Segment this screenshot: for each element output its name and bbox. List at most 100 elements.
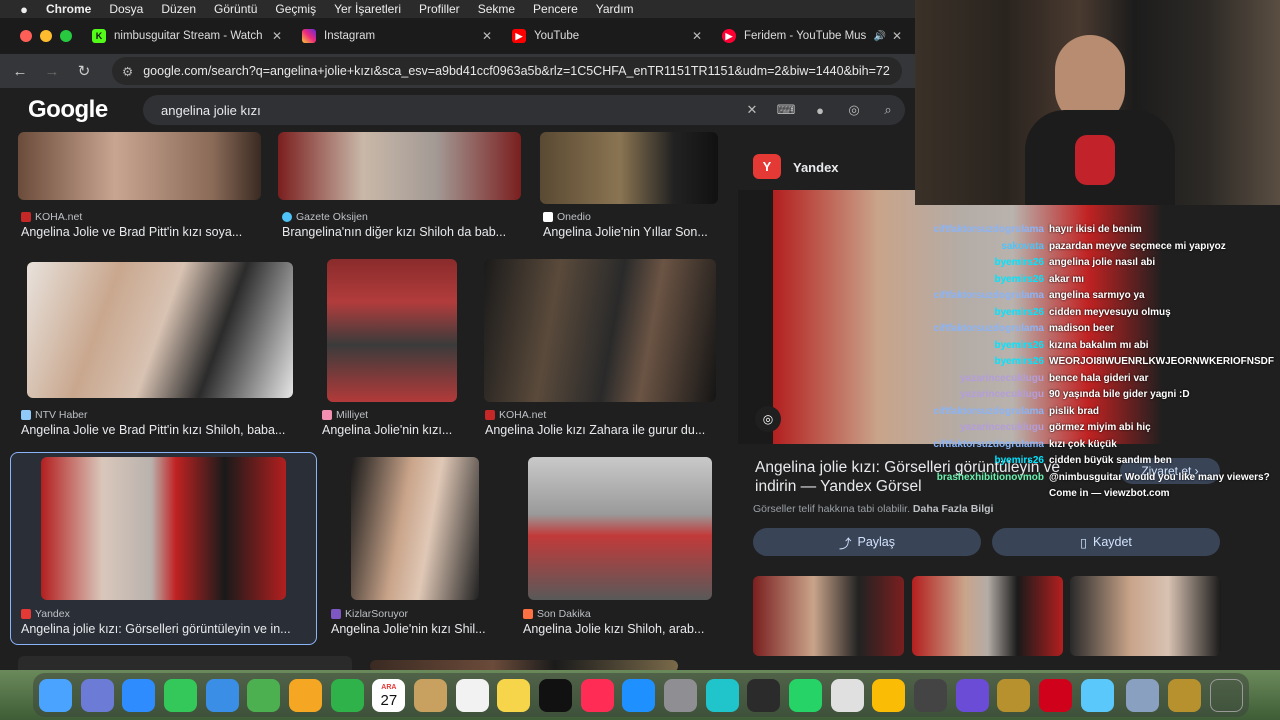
clear-icon[interactable]: ✕ (735, 102, 769, 118)
result-image[interactable] (27, 262, 293, 398)
imovie-icon[interactable] (955, 678, 989, 712)
result-caption[interactable]: Angelina Jolie'nin kızı Shil... (331, 622, 496, 636)
chrome-icon[interactable] (872, 678, 906, 712)
calculator-icon[interactable] (914, 678, 948, 712)
close-icon[interactable]: ✕ (692, 29, 702, 43)
reload-icon[interactable]: ↻ (68, 62, 100, 80)
result-image[interactable] (528, 457, 712, 600)
result-image[interactable] (540, 132, 718, 204)
menu-item-profiles[interactable]: Profiller (419, 2, 460, 16)
zoom-window-button[interactable] (60, 30, 72, 42)
quicktime-icon[interactable] (1080, 678, 1114, 712)
chat-message: ciftfaktorsuzdogrulama madison beer (928, 321, 1280, 338)
lens-icon[interactable]: ◎ (755, 406, 781, 432)
reminders-icon[interactable] (455, 678, 489, 712)
result-image[interactable] (41, 457, 286, 600)
menu-item-tab[interactable]: Sekme (478, 2, 515, 16)
address-bar[interactable]: ⚙ google.com/search?q=angelina+jolie+kız… (112, 57, 902, 85)
music-icon[interactable] (580, 678, 614, 712)
finder-icon[interactable] (39, 678, 72, 712)
menu-item-window[interactable]: Pencere (533, 2, 578, 16)
trash-icon[interactable] (1209, 678, 1243, 712)
stickies-icon[interactable] (497, 678, 531, 712)
preview-icon[interactable] (1126, 678, 1160, 712)
keyboard-icon[interactable]: ⌨ (769, 102, 803, 118)
chat-text: akar mı (1049, 273, 1085, 285)
safari-icon[interactable] (122, 678, 156, 712)
menu-item-bookmarks[interactable]: Yer İşaretleri (334, 2, 401, 16)
menu-item-help[interactable]: Yardım (596, 2, 634, 16)
result-image[interactable] (18, 132, 261, 200)
minimize-window-button[interactable] (40, 30, 52, 42)
microphone-icon[interactable]: ● (803, 103, 837, 118)
notes-icon[interactable] (414, 678, 448, 712)
whatsapp-icon[interactable] (789, 678, 823, 712)
menu-item-file[interactable]: Dosya (109, 2, 143, 16)
calendar-icon[interactable]: ARA 27 (372, 678, 406, 712)
result-caption[interactable]: Angelina Jolie kızı Shiloh, arab... (523, 622, 718, 636)
speaker-icon[interactable]: 🔊 (873, 31, 885, 42)
tab-youtube[interactable]: ▶ YouTube ✕ (502, 18, 712, 54)
forward-arrow-icon[interactable]: → (36, 63, 68, 80)
close-icon[interactable]: ✕ (272, 29, 282, 43)
search-box[interactable]: angelina jolie kızı ✕ ⌨ ● ◎ ⌕ (143, 95, 905, 125)
menu-item-view[interactable]: Görüntü (214, 2, 257, 16)
result-caption[interactable]: Brangelina'nın diğer kızı Shiloh da bab.… (282, 225, 522, 239)
photos-icon[interactable] (289, 678, 323, 712)
chat-text: cidden meyvesuyu olmuş (1049, 306, 1171, 318)
related-image[interactable] (753, 576, 904, 656)
google-logo[interactable]: Google (28, 96, 138, 124)
menu-item-edit[interactable]: Düzen (161, 2, 196, 16)
launchpad-icon[interactable] (80, 678, 114, 712)
result-caption[interactable]: Angelina Jolie'nin kızı... (322, 423, 462, 437)
tab-youtube-music[interactable]: ▶ Feridem - YouTube Music 🔊 ✕ (712, 18, 912, 54)
close-window-button[interactable] (20, 30, 32, 42)
riot-client-icon[interactable] (1039, 678, 1073, 712)
menu-app-name[interactable]: Chrome (46, 2, 91, 16)
related-image[interactable] (1070, 576, 1221, 656)
chat-username: sakovata (1001, 240, 1044, 252)
league-client-icon[interactable] (1168, 678, 1202, 712)
back-arrow-icon[interactable]: ← (4, 63, 36, 80)
chat-message: brashexhibitionovmob @nimbusguitar Would … (928, 470, 1280, 487)
facetime-icon[interactable] (330, 678, 364, 712)
yandex-icon: Y (753, 154, 781, 179)
apple-icon[interactable]: ● (18, 2, 30, 17)
menu-item-history[interactable]: Geçmiş (275, 2, 316, 16)
result-caption[interactable]: Angelina jolie kızı: Görselleri görüntül… (21, 622, 303, 636)
share-button[interactable]: ⤴ Paylaş (753, 528, 981, 556)
result-caption[interactable]: Angelina Jolie'nin Yıllar Son... (543, 225, 718, 239)
league-icon[interactable] (997, 678, 1031, 712)
app-store-icon[interactable] (622, 678, 656, 712)
search-input[interactable]: angelina jolie kızı (161, 103, 735, 118)
lens-icon[interactable]: ◎ (837, 102, 871, 118)
messages-icon[interactable] (164, 678, 198, 712)
steam-icon[interactable] (830, 678, 864, 712)
close-icon[interactable]: ✕ (482, 29, 492, 43)
close-icon[interactable]: ✕ (892, 29, 902, 43)
search-icon[interactable]: ⌕ (871, 102, 905, 118)
tab-kick[interactable]: K nimbusguitar Stream - Watch ✕ (82, 18, 292, 54)
more-info-link[interactable]: Daha Fazla Bilgi (913, 503, 994, 515)
maps-icon[interactable] (247, 678, 281, 712)
result-image[interactable] (484, 259, 716, 402)
result-image[interactable] (351, 457, 479, 600)
panel-source[interactable]: Yandex (793, 160, 839, 175)
result-caption[interactable]: Angelina Jolie ve Brad Pitt'in kızı Shil… (21, 423, 301, 437)
youtube-music-icon: ▶ (722, 29, 736, 43)
youtube-icon: ▶ (512, 29, 526, 43)
chat-username: ciftfaktorsuzdogrulama (933, 224, 1044, 235)
canva-icon[interactable] (705, 678, 739, 712)
result-caption[interactable]: Angelina Jolie ve Brad Pitt'in kızı soya… (21, 225, 261, 239)
mail-icon[interactable] (205, 678, 239, 712)
related-image[interactable] (912, 576, 1063, 656)
obs-icon[interactable] (747, 678, 781, 712)
result-image[interactable] (327, 259, 457, 402)
system-settings-icon[interactable] (664, 678, 698, 712)
result-caption[interactable]: Angelina Jolie kızı Zahara ile gurur du.… (485, 423, 717, 437)
tab-instagram[interactable]: Instagram ✕ (292, 18, 502, 54)
save-button[interactable]: ▯ Kaydet (992, 528, 1220, 556)
result-image[interactable] (278, 132, 521, 200)
site-settings-icon[interactable]: ⚙ (122, 64, 133, 79)
apple-tv-icon[interactable] (539, 678, 573, 712)
